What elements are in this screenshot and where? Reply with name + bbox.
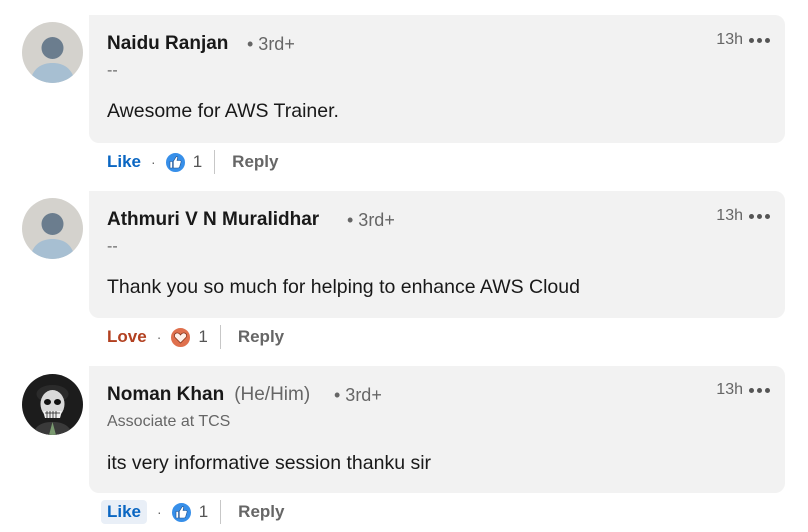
like-button[interactable]: Like (107, 150, 141, 174)
divider (214, 150, 216, 174)
divider (220, 500, 222, 524)
avatar[interactable] (22, 22, 83, 83)
commenter-name[interactable]: Athmuri V N Muralidhar (107, 209, 319, 231)
connection-degree: • 3rd+ (247, 34, 295, 54)
commenter-headline: Associate at TCS (107, 413, 231, 430)
more-options-icon[interactable] (749, 214, 771, 220)
comment-text: its very informative session thanku sir (107, 452, 432, 474)
comment-bubble: Naidu Ranjan • 3rd+ -- Awesome for AWS T… (89, 15, 785, 143)
avatar[interactable] (22, 198, 83, 259)
comment-text: Awesome for AWS Trainer. (107, 100, 339, 122)
comment-timestamp: 13h (716, 31, 743, 48)
heart-icon[interactable] (170, 326, 192, 348)
reaction-count[interactable]: 1 (199, 502, 208, 522)
like-button[interactable]: Like (101, 500, 148, 524)
commenter-name[interactable]: Noman Khan (He/Him) (107, 384, 310, 406)
separator-dot: · (156, 329, 162, 345)
connection-degree: • 3rd+ (347, 210, 395, 230)
comment-timestamp: 13h (716, 381, 743, 398)
comment-timestamp: 13h (716, 207, 743, 224)
reply-button[interactable]: Reply (232, 152, 278, 172)
comment-bubble: Noman Khan (He/Him) • 3rd+ Associate at T… (89, 366, 785, 493)
comment-actions: Like · 1 Reply (101, 497, 284, 527)
reply-button[interactable]: Reply (238, 327, 284, 347)
pronouns: (He/Him) (234, 384, 311, 405)
reaction-count[interactable]: 1 (198, 327, 207, 347)
avatar[interactable] (22, 374, 83, 435)
commenter-name[interactable]: Naidu Ranjan (107, 33, 228, 55)
reply-button[interactable]: Reply (238, 502, 284, 522)
comment-actions: Love · 1 Reply (107, 322, 284, 352)
thumbs-up-icon[interactable] (170, 501, 192, 523)
commenter-headline: -- (107, 238, 118, 255)
comment-text: Thank you so much for helping to enhance… (107, 276, 580, 298)
comment-actions: Like · 1 Reply (107, 147, 278, 177)
separator-dot: · (157, 504, 162, 520)
more-options-icon[interactable] (749, 38, 771, 44)
connection-degree: • 3rd+ (334, 385, 382, 405)
reaction-count[interactable]: 1 (193, 152, 202, 172)
more-options-icon[interactable] (749, 388, 771, 394)
separator-dot: · (151, 154, 156, 170)
thumbs-up-icon[interactable] (164, 151, 186, 173)
comment-bubble: Athmuri V N Muralidhar • 3rd+ -- Thank y… (89, 191, 785, 318)
commenter-headline: -- (107, 62, 118, 79)
divider (219, 325, 221, 349)
love-button[interactable]: Love (107, 325, 147, 349)
